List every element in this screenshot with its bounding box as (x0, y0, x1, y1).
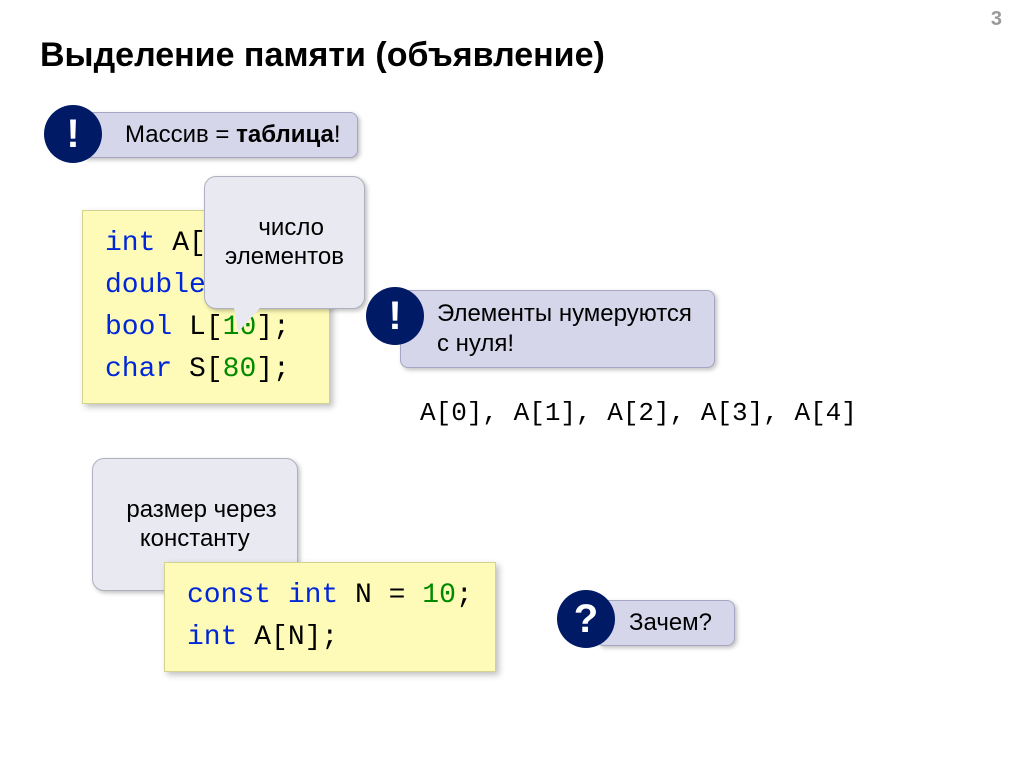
exclamation-badge-2: ! (366, 287, 424, 345)
note1-bold: таблица (236, 121, 334, 148)
note-why: Зачем? (596, 600, 735, 646)
note1-prefix: Массив = (125, 121, 236, 148)
code-text: N = (338, 580, 422, 611)
note-array-table: Массив = таблица! (80, 112, 358, 158)
kw-double: double (105, 270, 206, 301)
code-space (271, 580, 288, 611)
page-number: 3 (991, 8, 1002, 31)
num-10b: 10 (422, 580, 456, 611)
note-zero-index: Элементы нумеруются с нуля! (400, 290, 715, 368)
page-title: Выделение памяти (объявление) (40, 36, 605, 75)
code-block-const: const int N = 10; int A[N]; (164, 562, 496, 672)
code-text: A[N]; (237, 622, 338, 653)
code-text: A[ (155, 228, 205, 259)
kw-char: char (105, 354, 172, 385)
code-text: L[ (172, 312, 222, 343)
code-text: S[ (172, 354, 222, 385)
callout-num-elements-text: число элементов (225, 214, 344, 270)
note2-line2: с нуля! (437, 330, 514, 357)
code-text: ; (456, 580, 473, 611)
callout-const-text: размер через константу (126, 496, 276, 552)
kw-const: const (187, 580, 271, 611)
num-80: 80 (223, 354, 257, 385)
kw-int: int (105, 228, 155, 259)
note1-suffix: ! (334, 121, 341, 148)
code-text: ]; (256, 354, 290, 385)
exclamation-badge: ! (44, 105, 102, 163)
note2-line1: Элементы нумеруются (437, 300, 692, 327)
callout-num-elements: число элементов (204, 176, 365, 309)
code-text: ]; (256, 312, 290, 343)
array-indices: A[0], A[1], A[2], A[3], A[4] (420, 398, 857, 428)
kw-bool: bool (105, 312, 172, 343)
kw-int-3: int (187, 622, 237, 653)
question-badge: ? (557, 590, 615, 648)
kw-int-2: int (288, 580, 338, 611)
